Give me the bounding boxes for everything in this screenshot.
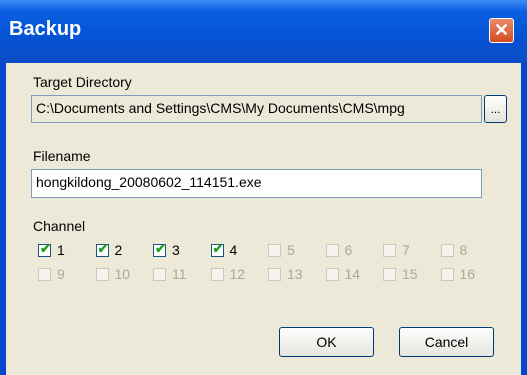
channel-8-checkbox: 8 (440, 240, 468, 260)
channel-number: 11 (172, 266, 187, 282)
backup-dialog: Backup ✕ Target Directory C:\Documents a… (0, 0, 527, 375)
channel-number: 6 (344, 242, 353, 258)
channel-1-checkbox[interactable]: ✔ 1 (38, 240, 65, 260)
channel-7-checkbox: 7 (383, 240, 410, 260)
target-directory-field[interactable]: C:\Documents and Settings\CMS\My Documen… (31, 95, 482, 123)
channel-11-checkbox: 11 (153, 264, 187, 284)
channel-14-checkbox: 14 (325, 264, 361, 284)
channel-number: 12 (229, 266, 246, 282)
channel-number: 10 (114, 266, 131, 282)
checkmark-icon: ✔ (97, 240, 109, 256)
checkbox-box (95, 267, 109, 281)
channel-label: Channel (33, 218, 86, 234)
channel-10-checkbox: 10 (95, 264, 131, 284)
checkbox-box (210, 267, 224, 281)
channel-number: 9 (57, 266, 65, 282)
checkbox-box (383, 267, 396, 281)
checkbox-box (153, 267, 166, 281)
channel-6-checkbox: 6 (325, 240, 353, 260)
channel-13-checkbox: 13 (268, 264, 303, 284)
channel-number: 8 (459, 242, 468, 258)
channel-number: 3 (172, 242, 180, 258)
filename-label: Filename (33, 148, 91, 164)
channel-12-checkbox: 12 (210, 264, 246, 284)
channel-number: 13 (287, 266, 303, 282)
channel-16-checkbox: 16 (440, 264, 476, 284)
checkmark-icon: ✔ (40, 240, 51, 256)
checkbox-box (383, 243, 396, 257)
checkbox-box (38, 267, 51, 281)
channel-number: 2 (114, 242, 123, 258)
close-icon: ✕ (493, 20, 510, 40)
channel-4-checkbox[interactable]: ✔ 4 (210, 240, 238, 260)
checkbox-box (325, 267, 339, 281)
checkbox-box[interactable]: ✔ (210, 240, 224, 257)
channel-2-checkbox[interactable]: ✔ 2 (95, 240, 123, 260)
window-frame-right (521, 63, 527, 375)
channel-number: 16 (459, 266, 476, 282)
title-bar[interactable]: Backup ✕ (0, 0, 527, 63)
checkbox-box[interactable]: ✔ (153, 240, 166, 257)
channel-3-checkbox[interactable]: ✔ 3 (153, 240, 180, 260)
window-title: Backup (9, 18, 82, 40)
channel-number: 14 (344, 266, 361, 282)
browse-button[interactable]: ... (484, 95, 507, 123)
cancel-button[interactable]: Cancel (399, 327, 494, 357)
checkbox-box (440, 243, 454, 257)
checkmark-icon: ✔ (212, 240, 224, 256)
channel-number: 1 (57, 242, 65, 258)
checkbox-box[interactable]: ✔ (38, 240, 51, 257)
checkmark-icon: ✔ (155, 240, 166, 256)
checkbox-box (268, 267, 281, 281)
channel-number: 15 (402, 266, 418, 282)
ok-button[interactable]: OK (279, 327, 374, 357)
close-button[interactable]: ✕ (489, 18, 514, 43)
checkbox-box[interactable]: ✔ (95, 240, 109, 257)
channel-9-checkbox: 9 (38, 264, 65, 284)
checkbox-box (325, 243, 339, 257)
channel-number: 7 (402, 242, 410, 258)
checkbox-box (440, 267, 454, 281)
channel-5-checkbox: 5 (268, 240, 295, 260)
target-directory-label: Target Directory (33, 74, 132, 90)
channel-15-checkbox: 15 (383, 264, 418, 284)
checkbox-box (268, 243, 281, 257)
channel-number: 4 (229, 242, 238, 258)
filename-input[interactable]: hongkildong_20080602_114151.exe (31, 169, 482, 198)
channel-number: 5 (287, 242, 295, 258)
